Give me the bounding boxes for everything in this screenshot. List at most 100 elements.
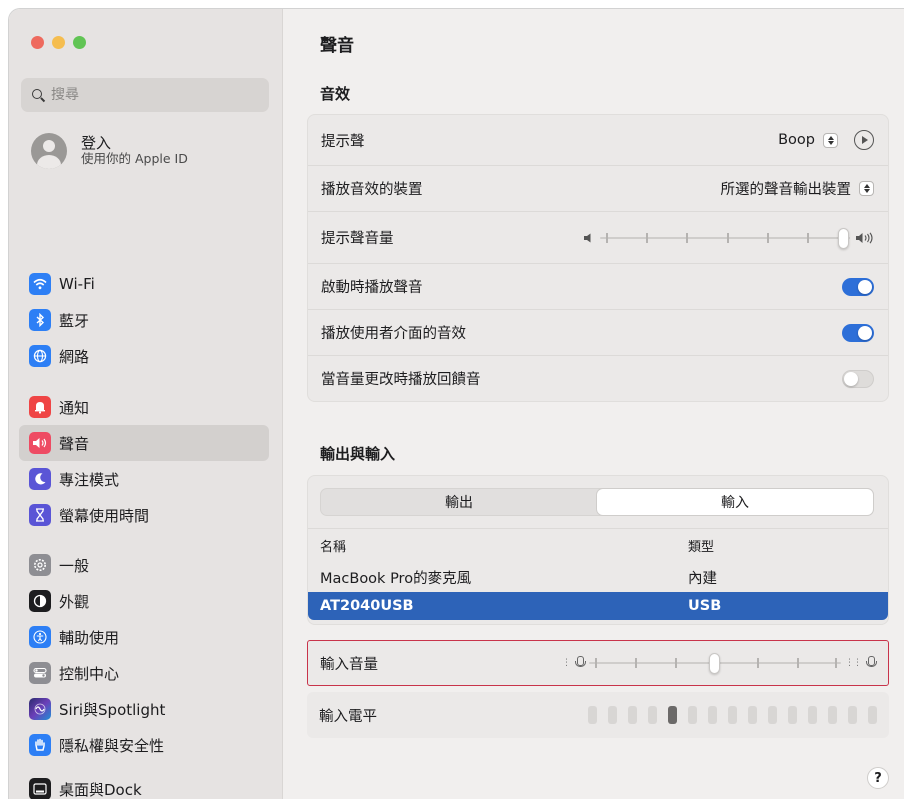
level-bar	[808, 706, 817, 724]
sidebar-item-network[interactable]: 網路	[19, 338, 269, 374]
level-bar	[688, 706, 697, 724]
mic-high-dots: ⋮⋮	[845, 658, 862, 668]
sidebar-item-appearance[interactable]: 外觀	[19, 583, 269, 619]
alert-volume-slider[interactable]	[600, 227, 850, 249]
accessibility-icon	[29, 626, 51, 648]
hourglass-icon	[29, 504, 51, 526]
close-window-button[interactable]	[31, 36, 44, 49]
sidebar-item-control-center[interactable]: 控制中心	[19, 655, 269, 691]
sidebar-item-general[interactable]: 一般	[19, 547, 269, 583]
volume-feedback-toggle[interactable]	[842, 369, 874, 388]
sidebar-item-notifications[interactable]: 通知	[19, 389, 269, 425]
gear-icon	[29, 554, 51, 576]
play-device-stepper-icon[interactable]	[859, 181, 874, 196]
input-volume-label: 輸入音量	[320, 656, 378, 673]
search-icon	[31, 88, 45, 102]
alert-volume-slider-knob[interactable]	[838, 227, 849, 249]
wifi-icon	[29, 273, 51, 295]
play-device-label: 播放音效的裝置	[321, 182, 423, 198]
input-volume-slider-knob[interactable]	[709, 653, 720, 674]
alert-volume-label: 提示聲音量	[321, 231, 394, 247]
hand-icon	[29, 734, 51, 756]
bluetooth-icon	[29, 309, 51, 331]
sidebar-item-label: 隱私權與安全性	[59, 736, 165, 755]
startup-sound-row: 啟動時播放聲音	[308, 263, 888, 309]
sidebar-item-label: Wi-Fi	[59, 275, 95, 293]
search-input[interactable]	[51, 87, 251, 103]
device-name: AT2040USB	[320, 598, 414, 614]
play-icon[interactable]	[854, 130, 874, 150]
sidebar-item-label: 通知	[59, 398, 90, 417]
play-device-row: 播放音效的裝置 所選的聲音輸出裝置	[308, 165, 888, 211]
level-bar	[788, 706, 797, 724]
sidebar-item-screen-time[interactable]: 螢幕使用時間	[19, 497, 269, 533]
column-header-name[interactable]: 名稱	[320, 536, 346, 555]
alert-sound-label: 提示聲	[321, 133, 365, 150]
io-card: 輸出 輸入 名稱 類型 MacBook Pro的麥克風 內建 AT2040USB…	[307, 475, 889, 625]
alert-sound-stepper-icon[interactable]	[823, 132, 838, 148]
mic-low-dots: ⋮	[562, 658, 571, 668]
sidebar-item-label: 螢幕使用時間	[59, 506, 150, 525]
moon-icon	[29, 468, 51, 490]
column-header-type[interactable]: 類型	[688, 536, 714, 555]
minimize-window-button[interactable]	[52, 36, 65, 49]
account-title: 登入	[81, 134, 112, 152]
startup-sound-toggle[interactable]	[842, 277, 874, 296]
siri-icon	[29, 698, 51, 720]
sidebar-group-network: Wi-Fi 藍牙 網路	[19, 266, 269, 374]
level-bar	[848, 706, 857, 724]
input-level-label: 輸入電平	[319, 708, 377, 725]
level-bar	[748, 706, 757, 724]
ui-sound-label: 播放使用者介面的音效	[321, 326, 466, 342]
sidebar-item-siri-spotlight[interactable]: Siri與Spotlight	[19, 691, 269, 727]
level-bar	[868, 706, 877, 724]
globe-icon	[29, 345, 51, 367]
sidebar-item-label: 控制中心	[59, 664, 120, 683]
device-type: 內建	[688, 570, 717, 587]
sidebar-item-label: 專注模式	[59, 470, 120, 489]
sidebar-item-bluetooth[interactable]: 藍牙	[19, 302, 269, 338]
sidebar-item-label: 聲音	[59, 434, 90, 453]
input-volume-slider[interactable]	[589, 653, 841, 674]
sidebar-item-desktop-dock[interactable]: 桌面與Dock	[19, 771, 269, 799]
tab-input[interactable]: 輸入	[597, 489, 873, 515]
sidebar-item-label: 桌面與Dock	[59, 780, 142, 799]
tab-output[interactable]: 輸出	[321, 489, 597, 515]
level-bar	[588, 706, 597, 724]
ui-sound-toggle[interactable]	[842, 323, 874, 342]
appearance-icon	[29, 590, 51, 612]
device-type: USB	[688, 598, 722, 614]
sidebar-item-focus[interactable]: 專注模式	[19, 461, 269, 497]
sidebar-item-sound[interactable]: 聲音	[19, 425, 269, 461]
mic-low-icon	[574, 656, 586, 670]
search-field[interactable]	[21, 78, 269, 112]
help-button[interactable]: ?	[867, 767, 889, 789]
sidebar-item-wifi[interactable]: Wi-Fi	[19, 266, 269, 302]
play-device-select[interactable]: 所選的聲音輸出裝置	[721, 178, 852, 199]
sidebar-item-label: 網路	[59, 347, 90, 366]
table-row-selected[interactable]: AT2040USB USB	[308, 592, 888, 620]
level-bar	[648, 706, 657, 724]
speaker-icon	[29, 432, 51, 454]
section-title-effects: 音效	[320, 85, 351, 103]
io-segmented-control: 輸出 輸入	[320, 488, 874, 516]
page-title: 聲音	[320, 36, 354, 56]
device-name: MacBook Pro的麥克風	[320, 570, 472, 587]
sidebar-item-privacy[interactable]: 隱私權與安全性	[19, 727, 269, 763]
table-row[interactable]: MacBook Pro的麥克風 內建	[308, 563, 888, 591]
effects-card: 提示聲 Boop 播放音效的裝置 所選的聲音輸出裝置 提示聲音量 啟動時播放聲音…	[307, 114, 889, 402]
sidebar-group-notifications: 通知 聲音 專注模式 螢幕使用時間	[19, 389, 269, 533]
alert-sound-select[interactable]: Boop	[778, 132, 815, 148]
startup-sound-label: 啟動時播放聲音	[321, 280, 423, 296]
input-volume-row: 輸入音量 ⋮ ⋮⋮	[307, 640, 889, 686]
main-pane: 聲音 音效 提示聲 Boop 播放音效的裝置 所選的聲音輸出裝置 提示聲音量 啟…	[283, 9, 904, 799]
mic-high-icon	[865, 656, 877, 670]
sidebar-item-label: 一般	[59, 556, 90, 575]
volume-feedback-label: 當音量更改時播放回饋音	[321, 372, 481, 388]
apple-id-account[interactable]: 登入 使用你的 Apple ID	[31, 133, 188, 169]
speaker-high-icon	[856, 231, 873, 244]
sidebar-item-accessibility[interactable]: 輔助使用	[19, 619, 269, 655]
level-bar	[728, 706, 737, 724]
zoom-window-button[interactable]	[73, 36, 86, 49]
dock-icon	[29, 778, 51, 799]
